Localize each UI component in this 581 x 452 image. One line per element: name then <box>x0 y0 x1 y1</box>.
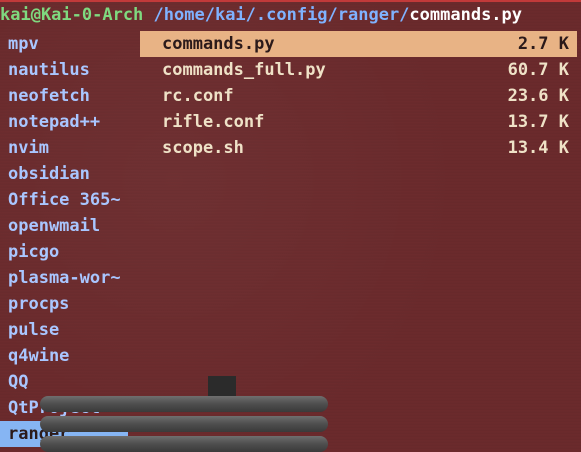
dir-item[interactable]: pulse <box>0 317 130 343</box>
file-name: commands_full.py <box>162 60 326 80</box>
wallpaper-box <box>208 376 236 396</box>
current-path: /home/kai/.config/ranger/ <box>153 5 410 25</box>
dir-item[interactable]: obsidian <box>0 161 130 187</box>
file-row-selected[interactable]: commands.py 2.7 K <box>140 31 577 57</box>
wallpaper-pipes <box>0 376 330 452</box>
dir-item-label: mpv <box>8 34 39 54</box>
dir-item[interactable]: nvim <box>0 135 130 161</box>
file-size: 60.7 K <box>507 60 569 80</box>
window-top-border <box>0 0 581 2</box>
file-name: rifle.conf <box>162 112 265 132</box>
dir-item-label: plasma-wor~ <box>8 268 121 288</box>
file-size: 13.4 K <box>507 138 569 158</box>
dir-item-label: q4wine <box>8 346 70 366</box>
dir-item-label: notepad++ <box>8 112 101 132</box>
dir-item-label: Office 365~ <box>8 190 121 210</box>
dir-item[interactable]: notepad++ <box>0 109 130 135</box>
file-size: 2.7 K <box>517 34 569 54</box>
dir-item-label: pulse <box>8 320 60 340</box>
dir-item[interactable]: plasma-wor~ <box>0 265 130 291</box>
file-size: 13.7 K <box>507 112 569 132</box>
wallpaper-pipe <box>40 416 328 432</box>
terminal-window: kai@Kai-0-Arch /home/kai/.config/ranger/… <box>0 0 581 452</box>
file-name: commands.py <box>162 34 275 54</box>
dir-item-label: openwmail <box>8 216 101 236</box>
dir-item[interactable]: mpv <box>0 31 130 57</box>
wallpaper-pipe <box>40 436 328 452</box>
dir-item-label: procps <box>8 294 70 314</box>
dir-item-label: neofetch <box>8 86 90 106</box>
current-file: commands.py <box>409 5 523 25</box>
dir-item-label: nvim <box>8 138 49 158</box>
dir-item[interactable]: openwmail <box>0 213 130 239</box>
ranger-title-bar: kai@Kai-0-Arch /home/kai/.config/ranger/… <box>0 5 522 29</box>
dir-item[interactable]: neofetch <box>0 83 130 109</box>
dir-item[interactable]: picgo <box>0 239 130 265</box>
dir-item[interactable]: procps <box>0 291 130 317</box>
file-row[interactable]: scope.sh 13.4 K <box>140 135 577 161</box>
file-row[interactable]: commands_full.py 60.7 K <box>140 57 577 83</box>
user-host: kai@Kai-0-Arch <box>0 5 144 25</box>
dir-item-label: nautilus <box>8 60 90 80</box>
dir-item[interactable]: nautilus <box>0 57 130 83</box>
file-name: rc.conf <box>162 86 234 106</box>
file-row[interactable]: rifle.conf 13.7 K <box>140 109 577 135</box>
file-size: 23.6 K <box>507 86 569 106</box>
dir-item-label: picgo <box>8 242 60 262</box>
current-directory-pane: commands.py 2.7 K commands_full.py 60.7 … <box>140 31 577 161</box>
dir-item[interactable]: Office 365~ <box>0 187 130 213</box>
dir-item-label: obsidian <box>8 164 90 184</box>
wallpaper-pipe <box>40 396 328 412</box>
dir-item[interactable]: q4wine <box>0 343 130 369</box>
file-row[interactable]: rc.conf 23.6 K <box>140 83 577 109</box>
file-name: scope.sh <box>162 138 244 158</box>
